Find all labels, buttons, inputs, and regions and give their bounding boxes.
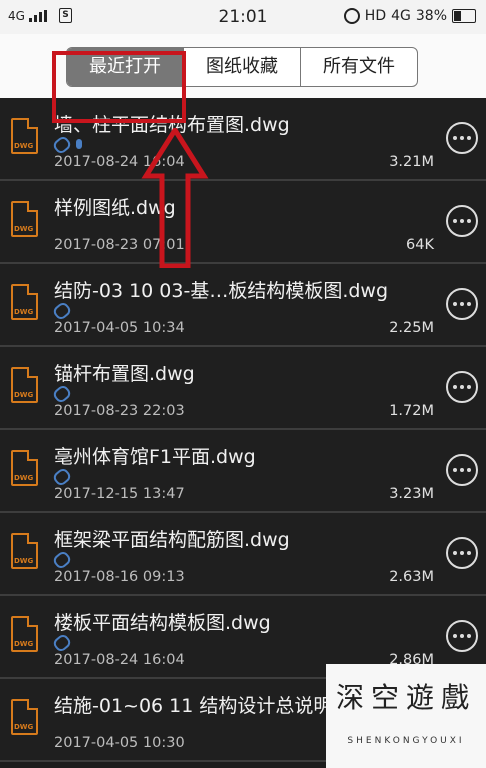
attachment-icon: [51, 134, 73, 156]
attachment-icon: [51, 632, 73, 654]
more-options-icon[interactable]: [446, 288, 478, 320]
tab-all-files[interactable]: 所有文件: [300, 48, 417, 86]
more-options-icon[interactable]: [446, 205, 478, 237]
file-meta-icons: [51, 300, 73, 322]
file-date: 2017-04-05 10:30: [54, 735, 185, 751]
status-right: HD 4G 38%: [343, 8, 476, 24]
dwg-file-icon: DWG: [11, 616, 38, 652]
file-name: 楼板平面结构模板图.dwg: [54, 612, 271, 634]
file-date: 2017-12-15 13:47: [54, 486, 185, 502]
more-options-icon[interactable]: [446, 537, 478, 569]
file-name: 结施-01~06 11 结构设计总说明: [54, 695, 333, 717]
file-row[interactable]: DWG 亳州体育馆F1平面.dwg 2017-12-15 13:47 3.23M: [0, 430, 486, 513]
file-name: 框架梁平面结构配筋图.dwg: [54, 529, 290, 551]
file-name: 锚杆布置图.dwg: [54, 363, 195, 385]
network-type-2: 4G: [391, 8, 411, 24]
dwg-file-icon: DWG: [11, 699, 38, 735]
more-options-icon[interactable]: [446, 122, 478, 154]
file-date: 2017-08-23 22:03: [54, 403, 185, 419]
annotation-arrow-icon: [141, 128, 209, 268]
watermark-logo: 深 空 遊 戲 SHENKONGYOUXI: [326, 664, 486, 768]
dwg-file-icon: DWG: [11, 118, 38, 154]
dwg-file-icon: DWG: [11, 367, 38, 403]
highlight-box: [52, 51, 186, 123]
battery-icon: [452, 9, 476, 23]
file-size: 64K: [406, 237, 434, 253]
file-row[interactable]: DWG 锚杆布置图.dwg 2017-08-23 22:03 1.72M: [0, 347, 486, 430]
dwg-file-icon: DWG: [11, 284, 38, 320]
file-name: 亳州体育馆F1平面.dwg: [54, 446, 256, 468]
more-options-icon[interactable]: [446, 620, 478, 652]
dwg-file-icon: DWG: [11, 533, 38, 569]
dwg-file-icon: DWG: [11, 450, 38, 486]
file-list: DWG 墙、柱平面结构布置图.dwg 2017-08-24 16:04 3.21M DW…: [0, 98, 486, 762]
file-row[interactable]: DWG 结防-03 10 03-基…板结构模板图.dwg 2017-04-05 10…: [0, 264, 486, 347]
attachment-icon: [51, 466, 73, 488]
watermark-subtitle: SHENKONGYOUXI: [347, 736, 465, 746]
attachment-icon: [51, 300, 73, 322]
file-size: 3.23M: [389, 486, 434, 502]
file-size: 1.72M: [389, 403, 434, 419]
dwg-file-icon: DWG: [11, 201, 38, 237]
status-bar: 4G S 21:01 HD 4G 38%: [0, 0, 486, 34]
file-name: 结防-03 10 03-基…板结构模板图.dwg: [54, 280, 389, 302]
battery-percent: 38%: [415, 8, 447, 24]
hd-label: HD: [364, 8, 387, 24]
file-size: 2.25M: [389, 320, 434, 336]
more-options-icon[interactable]: [446, 454, 478, 486]
file-date: 2017-08-24 16:04: [54, 652, 185, 668]
file-row[interactable]: DWG 样例图纸.dwg 2017-08-23 07:01 64K: [0, 181, 486, 264]
file-meta-icons: [51, 549, 73, 571]
file-meta-icons: [51, 632, 73, 654]
file-meta-icons: [51, 466, 73, 488]
attachment-icon: [51, 383, 73, 405]
tab-favorites[interactable]: 图纸收藏: [183, 48, 300, 86]
more-options-icon[interactable]: [446, 371, 478, 403]
file-meta-icons: [51, 383, 73, 405]
alarm-icon: [343, 8, 360, 24]
attachment-icon: [51, 549, 73, 571]
voice-note-icon: [76, 139, 82, 149]
file-meta-icons: [51, 134, 82, 156]
file-size: 2.63M: [389, 569, 434, 585]
file-row[interactable]: DWG 框架梁平面结构配筋图.dwg 2017-08-16 09:13 2.63M: [0, 513, 486, 596]
watermark-chars: 深 空 遊 戲: [335, 681, 469, 714]
file-size: 3.21M: [389, 154, 434, 170]
file-date: 2017-04-05 10:34: [54, 320, 185, 336]
file-date: 2017-08-16 09:13: [54, 569, 185, 585]
